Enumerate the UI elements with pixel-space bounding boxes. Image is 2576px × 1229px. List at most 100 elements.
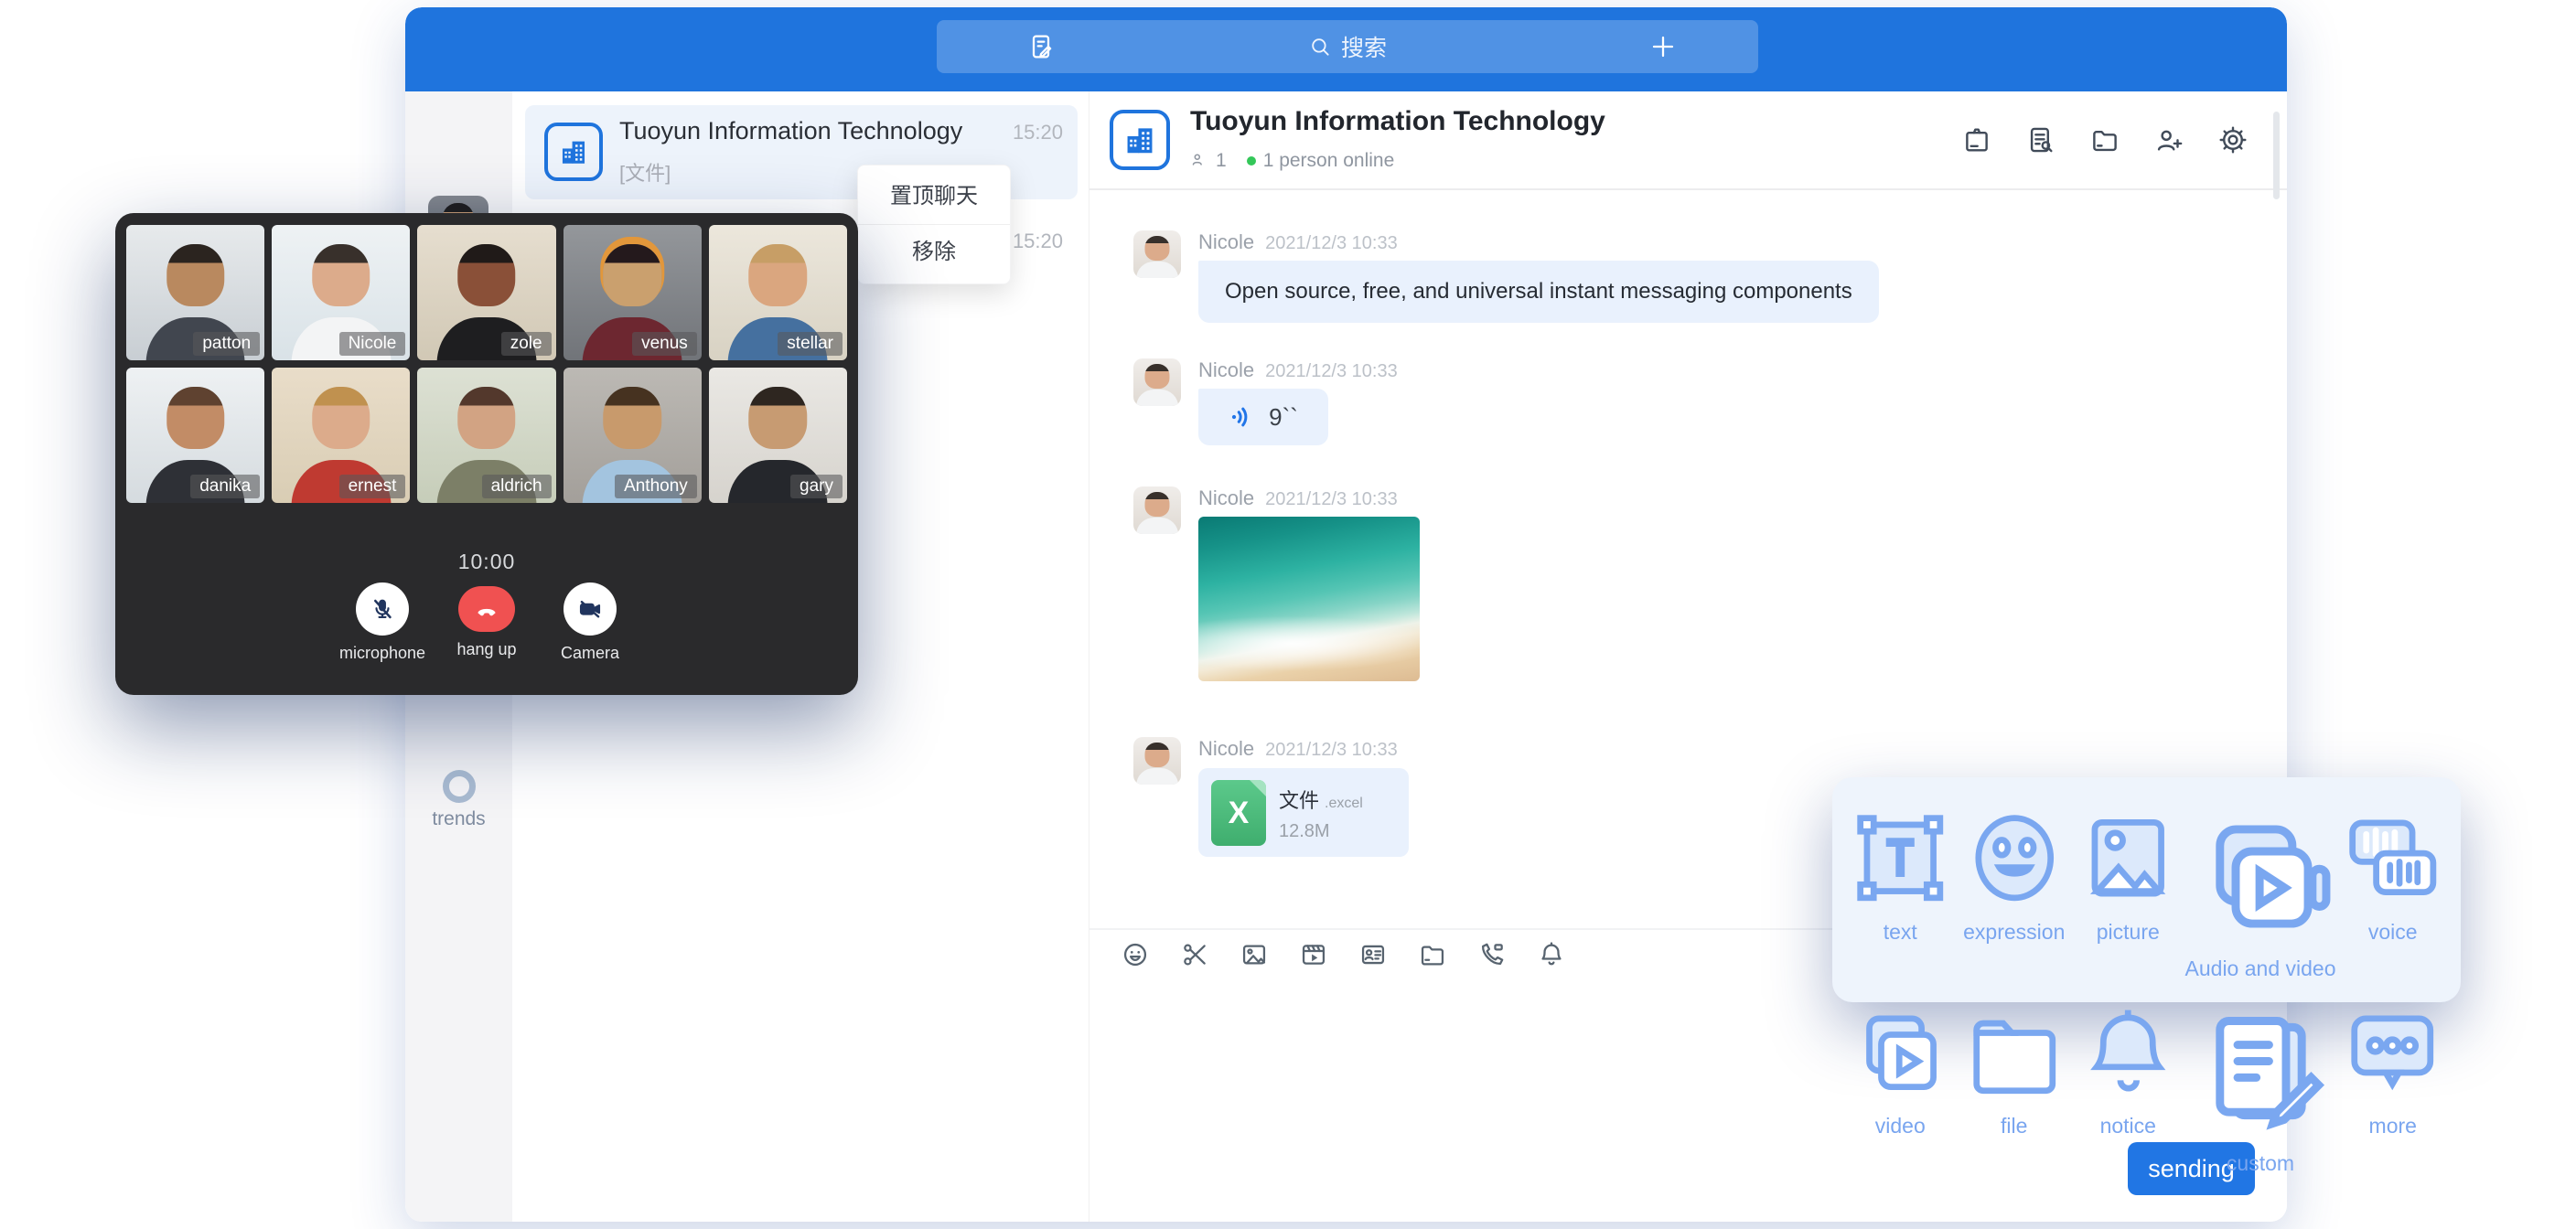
participant-name: Nicole <box>339 332 406 356</box>
participant-name: zole <box>501 332 552 356</box>
popup-item-audio-video[interactable]: Audio and video <box>2185 801 2336 981</box>
message-sender: Nicole <box>1198 230 1254 254</box>
search-bar[interactable]: 搜索 <box>937 20 1758 73</box>
message-avatar[interactable] <box>1133 230 1181 278</box>
participant-grid: patton Nicole zole venus stellar danika … <box>126 225 847 503</box>
context-menu: 置顶聊天 移除 <box>857 165 1011 284</box>
folder-icon[interactable] <box>1418 940 1447 969</box>
popup-item-text[interactable]: text <box>1843 801 1958 981</box>
group-building-icon <box>1110 110 1170 170</box>
participant-name: Anthony <box>615 475 697 498</box>
hang-up-button[interactable] <box>458 586 515 632</box>
menu-item-remove[interactable]: 移除 <box>858 224 1010 280</box>
call-timer: 10:00 <box>115 550 858 574</box>
popup-item-voice[interactable]: voice <box>2335 801 2450 981</box>
popup-item-more[interactable]: more <box>2335 996 2450 1176</box>
participant-tile: Anthony <box>564 368 702 503</box>
text-frame-icon <box>1843 801 1958 915</box>
bulletin-icon[interactable] <box>1961 124 1992 155</box>
conversation-time: 15:20 <box>1013 121 1063 144</box>
popup-item-custom[interactable]: custom <box>2185 996 2336 1176</box>
input-toolbar <box>1121 940 1566 969</box>
screenshot-canvas: 搜索 trends Tuoyun Information Techn <box>0 0 2576 1229</box>
files-icon[interactable] <box>2089 124 2120 155</box>
menu-item-pin-chat[interactable]: 置顶聊天 <box>858 169 1010 224</box>
video-clip-icon[interactable] <box>1299 940 1328 969</box>
file-ext: .excel <box>1325 796 1363 811</box>
message-sender: Nicole <box>1198 486 1254 510</box>
participant-name: venus <box>632 332 697 356</box>
conversation-last-message: [文件] <box>619 157 671 187</box>
chat-meta: 1 1 person online <box>1190 150 1394 172</box>
trends-label: trends <box>405 808 512 830</box>
chat-header: Tuoyun Information Technology 1 1 person… <box>1089 91 2287 190</box>
participant-tile: aldrich <box>417 368 555 503</box>
settings-gear-icon[interactable] <box>2217 124 2249 155</box>
doc-pen-icon <box>2185 996 2336 1147</box>
popup-item-video[interactable]: video <box>1843 996 1958 1176</box>
add-icon[interactable] <box>1648 32 1678 61</box>
message-avatar[interactable] <box>1133 737 1181 785</box>
text-message-bubble: Open source, free, and universal instant… <box>1198 261 1879 323</box>
participant-tile: danika <box>126 368 264 503</box>
audio-video-icon <box>2185 801 2336 952</box>
message-avatar[interactable] <box>1133 358 1181 406</box>
file-message-bubble[interactable]: X 文件.excel 12.8M <box>1198 768 1409 857</box>
popup-item-picture[interactable]: picture <box>2071 801 2185 981</box>
message-sender: Nicole <box>1198 358 1254 382</box>
camera-label: Camera <box>535 644 645 663</box>
participant-name: gary <box>790 475 843 498</box>
message-meta: Nicole 2021/12/3 10:33 <box>1198 486 1398 510</box>
notification-bell-icon[interactable] <box>1537 940 1566 969</box>
participant-tile: gary <box>709 368 847 503</box>
participant-name: aldrich <box>482 475 552 498</box>
smiley-icon <box>1958 801 2072 915</box>
scrollbar-thumb[interactable] <box>2273 112 2280 199</box>
add-member-icon[interactable] <box>2153 124 2184 155</box>
sidebar-item-trends[interactable]: trends <box>405 770 512 830</box>
popup-item-notice[interactable]: notice <box>2071 996 2185 1176</box>
participant-tile: patton <box>126 225 264 360</box>
member-icon <box>1190 151 1210 171</box>
conversation-time: 15:20 <box>1013 230 1063 253</box>
online-dot <box>1247 156 1256 166</box>
video-call-window: patton Nicole zole venus stellar danika … <box>115 213 858 695</box>
popup-item-file[interactable]: file <box>1958 996 2072 1176</box>
hangup-label: hang up <box>432 640 542 659</box>
picture-icon <box>2071 801 2185 915</box>
search-placeholder: 搜索 <box>1341 30 1387 63</box>
contact-card-icon[interactable] <box>1358 940 1388 969</box>
participant-name: danika <box>190 475 260 498</box>
chat-header-actions <box>1961 124 2249 155</box>
image-message-beach[interactable] <box>1198 517 1420 681</box>
message-time: 2021/12/3 10:33 <box>1265 489 1398 510</box>
microphone-control: microphone <box>327 582 437 663</box>
screenshot-scissors-icon[interactable] <box>1180 940 1209 969</box>
participant-tile: Nicole <box>272 225 410 360</box>
popup-item-expression[interactable]: expression <box>1958 801 2072 981</box>
message-meta: Nicole 2021/12/3 10:33 <box>1198 230 1398 254</box>
camera-off-button[interactable] <box>564 582 617 636</box>
mic-muted-button[interactable] <box>356 582 409 636</box>
message-avatar[interactable] <box>1133 486 1181 534</box>
voice-bubbles-icon <box>2335 801 2450 915</box>
image-icon[interactable] <box>1240 940 1269 969</box>
video-call-icon[interactable] <box>1477 940 1507 969</box>
folder-icon <box>1958 996 2072 1110</box>
voice-message-bubble[interactable]: 9`` <box>1198 389 1328 445</box>
message-sender: Nicole <box>1198 737 1254 761</box>
mic-label: microphone <box>327 644 437 663</box>
trends-icon <box>443 770 476 803</box>
hangup-control: hang up <box>432 582 542 659</box>
bell-icon <box>2071 996 2185 1110</box>
search-icon <box>1308 35 1332 59</box>
message-meta: Nicole 2021/12/3 10:33 <box>1198 737 1398 761</box>
participant-name: ernest <box>339 475 406 498</box>
chat-record-search-icon[interactable] <box>2025 124 2056 155</box>
participant-tile: zole <box>417 225 555 360</box>
participant-tile: ernest <box>272 368 410 503</box>
excel-file-icon: X <box>1211 780 1266 846</box>
message-type-popup: text expression picture Audio and video … <box>1832 777 2461 1002</box>
emoji-icon[interactable] <box>1121 940 1150 969</box>
search-field[interactable]: 搜索 <box>937 20 1758 73</box>
